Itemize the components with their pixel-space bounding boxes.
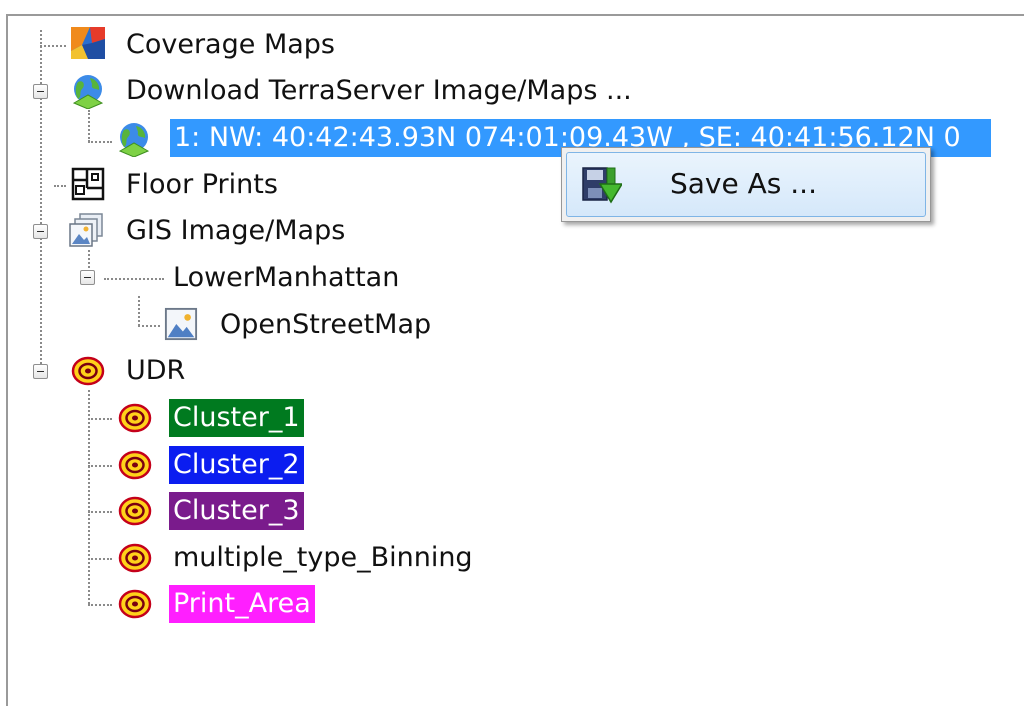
tree-node-label: Cluster_3 [169,492,304,530]
udr-icon [118,589,152,619]
tree-node-label: Cluster_1 [169,399,304,437]
tree-node-label: Floor Prints [126,169,278,200]
tree-node-label: Print_Area [169,585,315,623]
tree-node-download-terraserver[interactable]: Download TerraServer Image/Maps ... [0,71,700,111]
udr-icon [118,543,152,573]
context-menu: Save As ... [561,147,931,222]
coverage-map-icon [71,27,105,59]
save-as-icon [582,167,622,204]
globe-download-icon [72,75,104,109]
tree-node-label: OpenStreetMap [220,309,432,340]
tree-node-label: Download TerraServer Image/Maps ... [126,75,632,106]
tree-node-coverage-maps[interactable]: Coverage Maps [0,25,400,65]
udr-icon [118,403,152,433]
tree-node-label: GIS Image/Maps [126,215,346,246]
udr-icon [71,356,105,386]
globe-download-icon [118,123,150,157]
tree-node-openstreetmap[interactable]: OpenStreetMap [0,305,450,345]
tree-node-label: LowerManhattan [173,262,400,293]
save-as-menu-item[interactable]: Save As ... [566,152,926,217]
tree-node-floor-prints[interactable]: Floor Prints [0,165,400,205]
tree-node-cluster-3[interactable]: Cluster_3 [0,491,400,531]
tree-node-gis-image-maps[interactable]: GIS Image/Maps [0,211,400,251]
tree-node-label: Coverage Maps [126,29,335,60]
tree-node-udr[interactable]: UDR [0,351,300,391]
tree-node-lowermanhattan[interactable]: LowerManhattan [0,258,450,298]
tree-node-label: Cluster_2 [169,446,304,484]
layer-tree: Coverage Maps Download TerraServer Image… [0,0,1024,688]
menu-item-label: Save As ... [670,167,817,200]
tree-node-label: UDR [126,355,186,386]
tree-node-label: multiple_type_Binning [173,542,473,573]
udr-icon [118,496,152,526]
tree-node-cluster-1[interactable]: Cluster_1 [0,398,400,438]
tree-node-cluster-2[interactable]: Cluster_2 [0,445,400,485]
floor-print-icon [71,167,105,201]
udr-icon [118,450,152,480]
gis-images-icon [69,213,103,247]
tree-node-print-area[interactable]: Print_Area [0,584,400,624]
tree-node-multiple-type-binning[interactable]: multiple_type_Binning [0,538,520,578]
image-map-icon [164,307,198,341]
